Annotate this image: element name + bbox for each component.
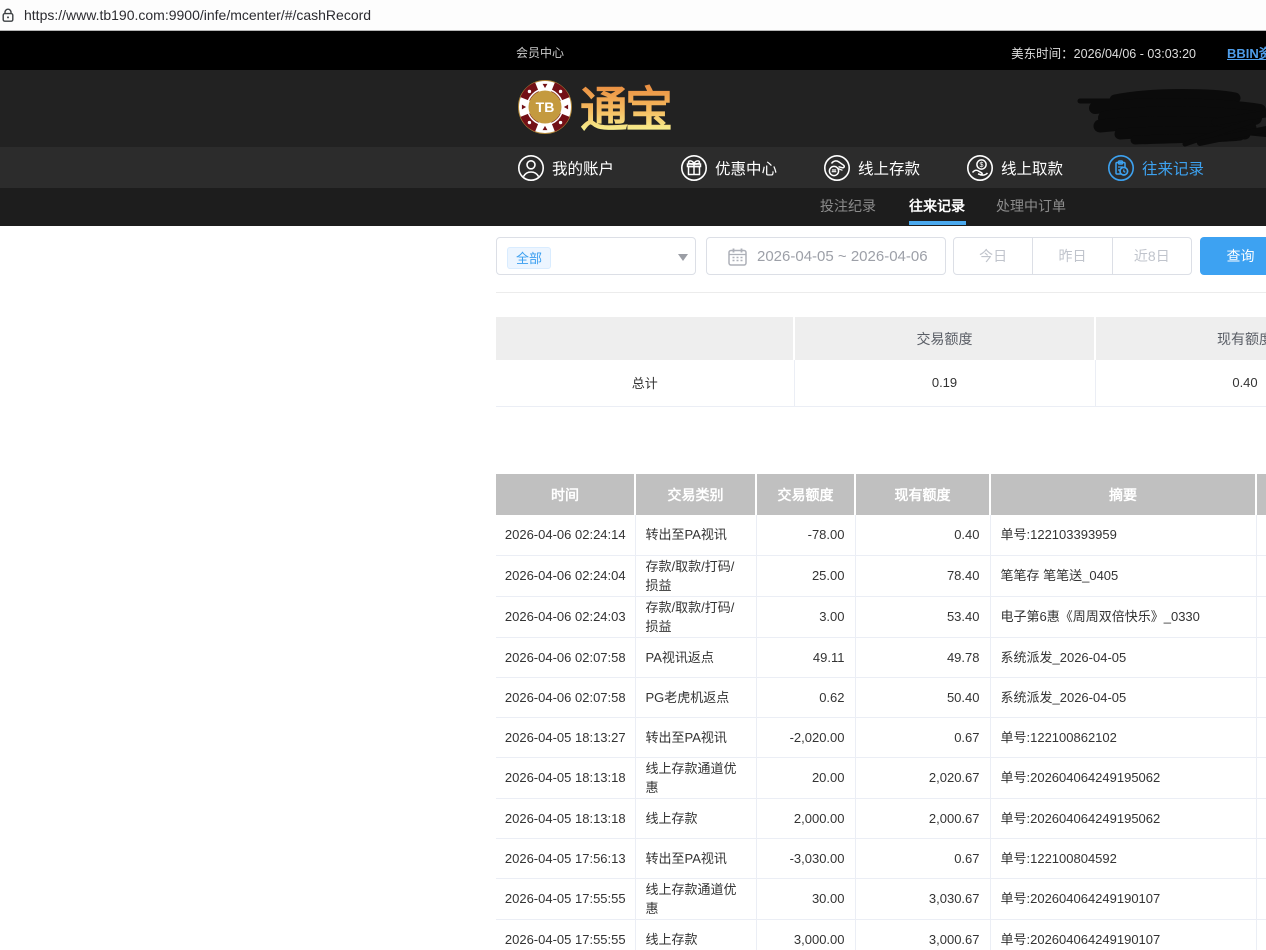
svg-text:TB: TB bbox=[536, 99, 555, 115]
svg-text:$: $ bbox=[980, 162, 984, 169]
